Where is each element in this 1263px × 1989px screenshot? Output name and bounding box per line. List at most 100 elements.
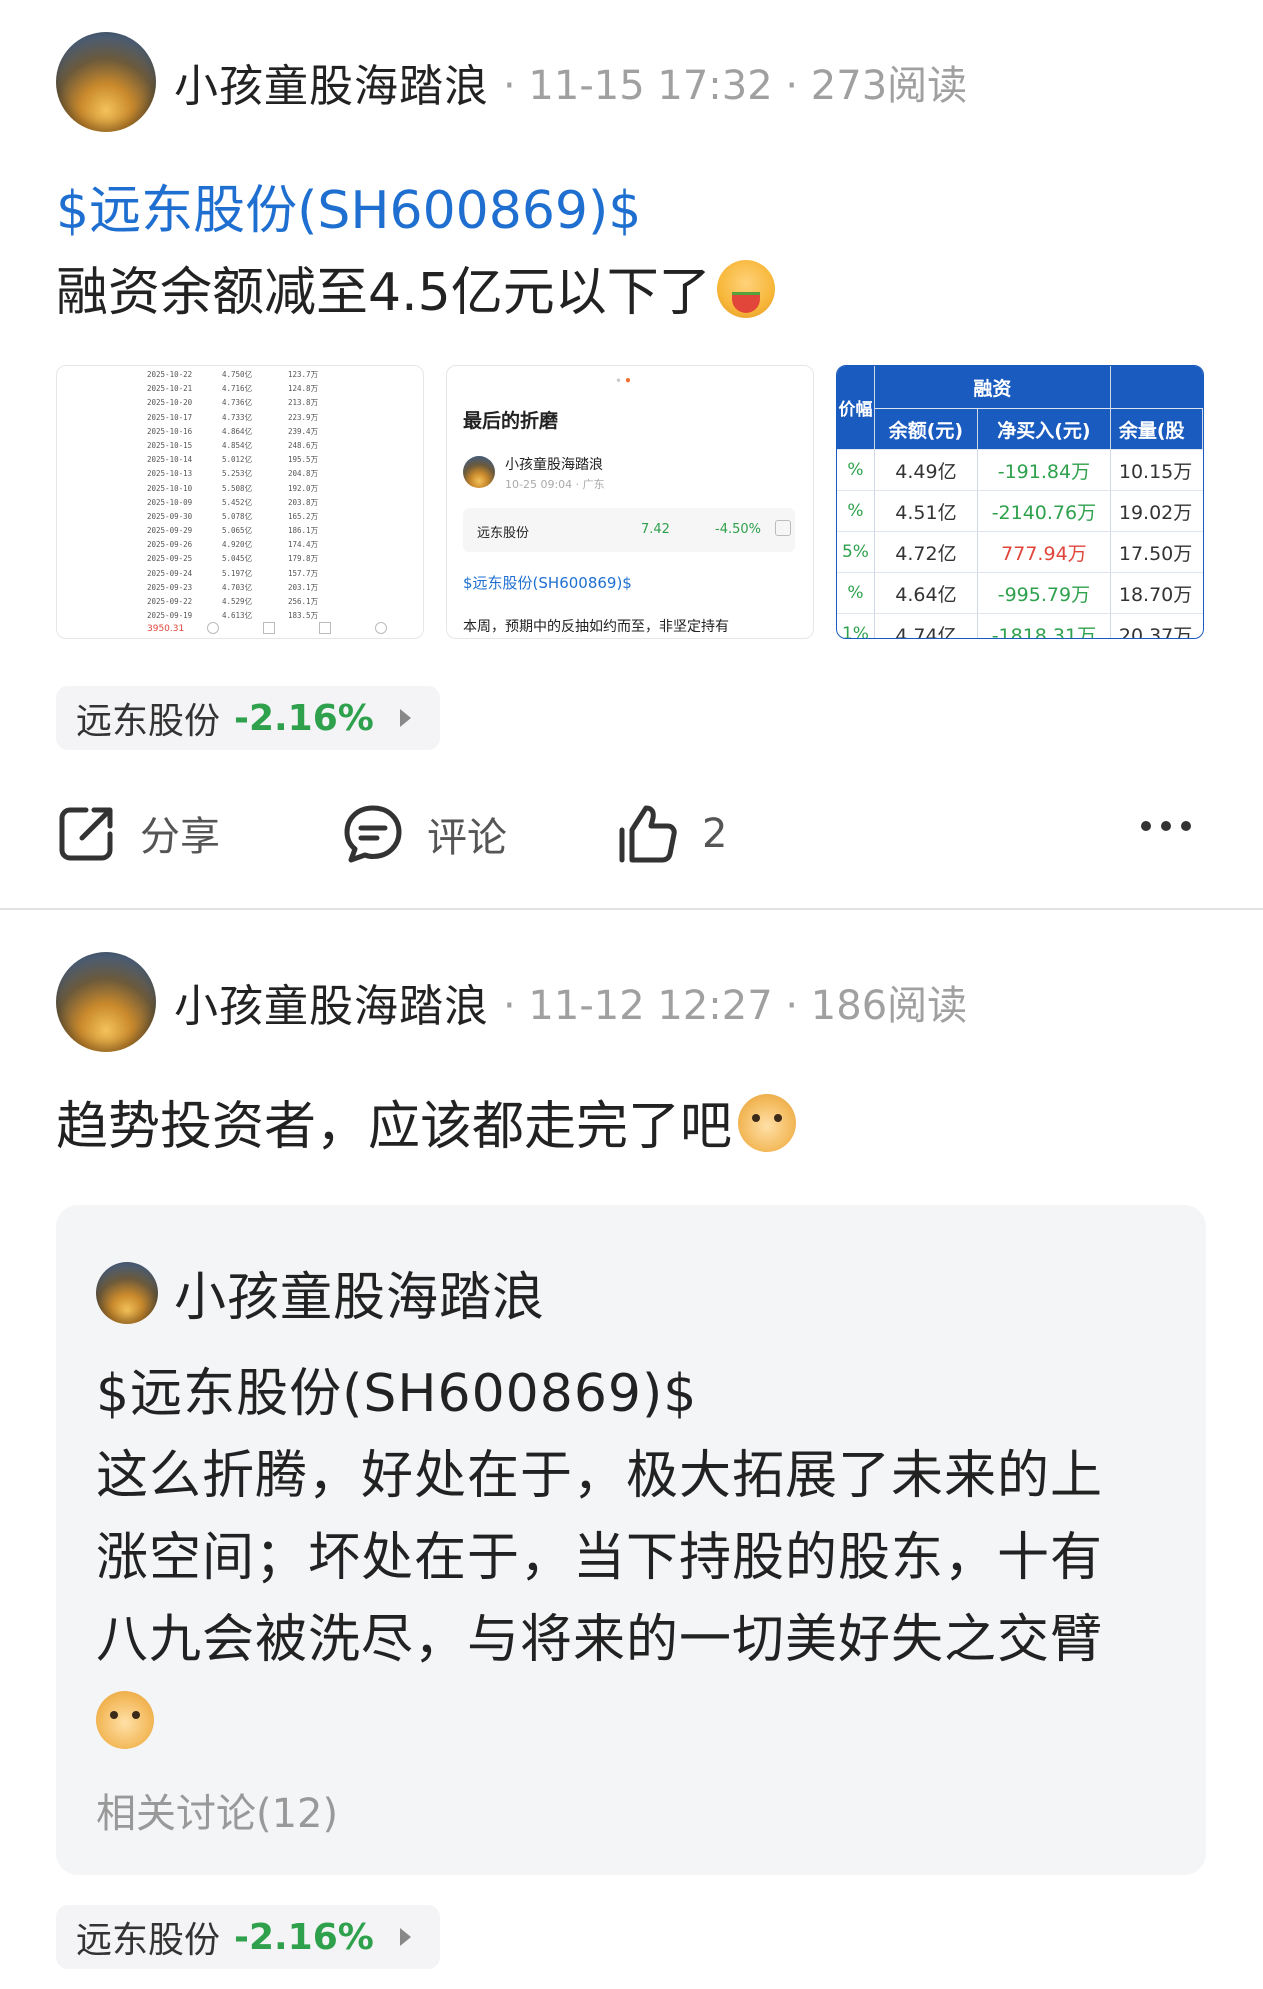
action-bar: 分享 评论 2 (56, 780, 1196, 880)
table-row: % 4.51亿 -2140.76万 19.02万 (837, 490, 1203, 532)
table-header-blank (1110, 366, 1203, 409)
mini-table-cell: 192.0万 (288, 483, 319, 493)
mini-icon (375, 622, 387, 634)
watermelon-face-emoji-icon (716, 260, 775, 318)
mini-toolbar (207, 622, 387, 634)
mini-table-cell: 2025-10-09 (147, 497, 193, 507)
more-options-button[interactable] (1136, 816, 1218, 836)
avatar[interactable] (56, 32, 156, 132)
stock-link[interactable]: $远东股份(SH600869)$ (56, 176, 641, 246)
table-cell: 1% (837, 613, 875, 638)
card-avatar (463, 456, 495, 488)
mini-table-cell: 204.8万 (288, 469, 319, 479)
quoted-text-line: 八九会被洗尽，与将来的一切美好失之交臂 (96, 1610, 1104, 1670)
related-discussions-link[interactable]: 相关讨论(12) (96, 1781, 338, 1839)
quoted-text-line: 涨空间；坏处在于，当下持股的股东，十有 (96, 1528, 1104, 1588)
mini-table-cell: 2025-10-22 (147, 370, 193, 379)
mini-table-row: 2025-10-09 5.452亿 203.8万 (57, 496, 423, 510)
table-cell: % (837, 490, 875, 532)
chip-stock-pct: -2.16% (234, 697, 374, 739)
quoted-emoji-line (96, 1689, 154, 1759)
mini-table-cell: 2025-09-22 (147, 597, 193, 606)
table-cell: -191.84万 (977, 449, 1111, 491)
mini-table-cell: 5.197亿 (222, 568, 253, 578)
card-subtitle: 10-25 09:04 · 广东 (505, 478, 605, 491)
mini-table-cell: 5.508亿 (222, 483, 253, 493)
quoted-text-line: 这么折腾，好处在于，极大拓展了未来的上 (96, 1446, 1104, 1506)
mini-table-cell: 213.8万 (288, 398, 319, 408)
thumbnail-financing-table[interactable]: 价幅 融资 余额(元) 净买入(元) 余量(股 % 4.49亿 -191.84万 10… (836, 365, 1204, 639)
share-button[interactable]: 分享 (56, 802, 220, 864)
mini-table-cell: 4.736亿 (222, 398, 253, 408)
mini-table-row: 2025-09-25 5.045亿 179.8万 (57, 552, 423, 566)
mini-table-cell: 2025-10-21 (147, 384, 193, 394)
post-header: 小孩童股海踏浪 · 11-12 12:27 · 186阅读 (56, 952, 967, 1052)
mini-table-row: 2025-09-26 4.920亿 174.4万 (57, 538, 423, 552)
mini-table-cell: 5.253亿 (222, 469, 253, 479)
table-cell: % (837, 449, 875, 491)
author-name[interactable]: 小孩童股海踏浪 (174, 970, 489, 1034)
mini-table-cell: 4.716亿 (222, 384, 253, 394)
mini-table-cell: 2025-09-25 (147, 554, 193, 564)
mini-table-cell: 4.750亿 (222, 370, 253, 379)
mini-table-cell: 2025-10-10 (147, 483, 193, 493)
quoted-avatar (96, 1261, 158, 1324)
chip-stock-name: 远东股份 (76, 1920, 221, 1961)
thumbnail-article-card[interactable]: •• 最后的折磨 小孩童股海踏浪 10-25 09:04 · 广东 远东股份 7… (446, 365, 814, 639)
quoted-stock-link[interactable]: $远东股份(SH600869)$ (96, 1359, 697, 1429)
mini-table: 2025-10-22 4.750亿 123.7万 2025-10-21 4.716亿 12… (57, 366, 423, 623)
mini-table-row: 2025-09-22 4.529亿 256.1万 (57, 595, 423, 609)
mini-table-cell: 165.2万 (288, 511, 319, 521)
table-cell: 5% (837, 531, 875, 573)
thumbs-up-icon (619, 805, 677, 863)
doge-emoji-icon (738, 1094, 797, 1152)
table-header: 余量(股 (1110, 408, 1203, 450)
mini-table-cell: 2025-10-20 (147, 398, 193, 408)
more-dots-icon (1141, 821, 1191, 831)
quoted-author: 小孩童股海踏浪 (174, 1268, 546, 1328)
stock-chip[interactable]: 远东股份 -2.16% (56, 686, 440, 750)
chip-stock-name: 远东股份 (76, 701, 221, 742)
stock-chip[interactable]: 远东股份 -2.16% (56, 1905, 440, 1969)
mini-table-cell: 4.733亿 (222, 412, 253, 422)
comment-button[interactable]: 评论 (341, 802, 507, 866)
table-cell: 19.02万 (1110, 490, 1203, 532)
mini-table-cell: 5.065亿 (222, 526, 253, 536)
mini-table-cell: 195.5万 (288, 455, 319, 465)
table-row: % 4.49亿 -191.84万 10.15万 (837, 449, 1203, 491)
card-stock-link: $远东股份(SH600869)$ (463, 574, 632, 592)
like-button[interactable]: 2 (616, 802, 727, 866)
post-text-content: 融资余额减至4.5亿元以下了 (56, 263, 711, 323)
mini-table-cell: 223.9万 (288, 412, 319, 422)
mini-icon (319, 622, 331, 634)
comment-icon (344, 805, 402, 863)
mini-table-cell: 4.854亿 (222, 440, 253, 450)
mini-table-cell: 256.1万 (288, 597, 319, 606)
play-arrow-icon (399, 1928, 411, 1946)
financing-table: 价幅 融资 余额(元) 净买入(元) 余量(股 % 4.49亿 -191.84万 10… (837, 366, 1203, 638)
table-cell: 4.51亿 (874, 490, 978, 532)
chip-stock-pct: -2.16% (234, 1916, 374, 1958)
mini-footer-value: 3950.31 (147, 624, 185, 634)
mini-table-cell: 4.864亿 (222, 426, 253, 436)
table-cell: 777.94万 (977, 531, 1111, 573)
share-icon (59, 807, 113, 861)
mini-table-row: 2025-10-16 4.864亿 239.4万 (57, 425, 423, 439)
mini-table-row: 2025-09-30 5.078亿 165.2万 (57, 510, 423, 524)
mini-table-cell: 248.6万 (288, 440, 319, 450)
mini-table-row: 2025-10-20 4.736亿 213.8万 (57, 396, 423, 410)
mini-table-row: 2025-09-29 5.065亿 186.1万 (57, 524, 423, 538)
author-name[interactable]: 小孩童股海踏浪 (174, 50, 489, 114)
mini-table-row: 2025-10-10 5.508亿 192.0万 (57, 482, 423, 496)
mini-table-cell: 5.012亿 (222, 455, 253, 465)
table-cell: 4.72亿 (874, 531, 978, 573)
mini-table-cell: 179.8万 (288, 554, 319, 564)
image-thumbnails: 2025-10-22 4.750亿 123.7万 2025-10-21 4.716亿 12… (56, 365, 1204, 639)
mini-table-row: 2025-10-17 4.733亿 223.9万 (57, 411, 423, 425)
mini-table-cell: 203.8万 (288, 497, 319, 507)
card-stock-name: 远东股份 (477, 526, 530, 541)
quoted-post[interactable]: 小孩童股海踏浪 $远东股份(SH600869)$ 这么折腾，好处在于，极大拓展了… (56, 1205, 1206, 1875)
avatar[interactable] (56, 952, 156, 1052)
mini-table-cell: 174.4万 (288, 540, 319, 550)
thumbnail-financing-list[interactable]: 2025-10-22 4.750亿 123.7万 2025-10-21 4.716亿 12… (56, 365, 424, 639)
